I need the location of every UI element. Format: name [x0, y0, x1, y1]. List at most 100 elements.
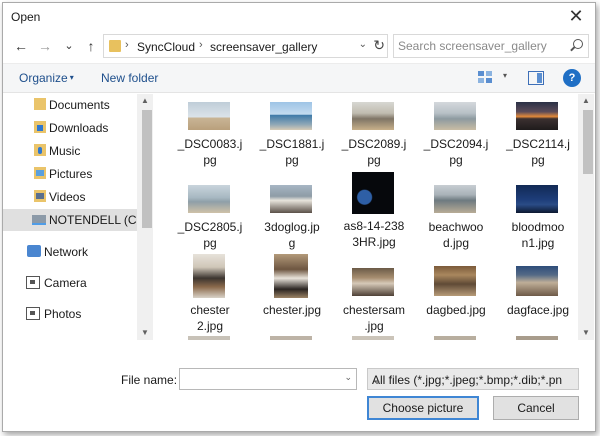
file-name: chestersam .jpg — [342, 303, 406, 333]
sidebar-item-downloads[interactable]: Downloads — [3, 117, 137, 139]
open-dialog: Open ✕ ← → ⌄ ↑ › SyncCloud › screensaver… — [2, 2, 596, 432]
sidebar-item-label: Pictures — [49, 167, 93, 181]
file-item[interactable]: dagface.jpg — [498, 266, 576, 340]
address-bar[interactable]: › SyncCloud › screensaver_gallery ⌄ ↻ — [103, 34, 388, 58]
sidebar-item-label: Videos — [49, 190, 86, 204]
image-thumbnail — [188, 185, 230, 213]
file-item[interactable]: _DSC2089.j pg — [334, 100, 412, 176]
refresh-icon[interactable]: ↻ — [373, 37, 385, 54]
sidebar-item-network[interactable]: Network — [3, 241, 137, 263]
file-item[interactable]: dagbed.jpg — [416, 266, 494, 340]
scroll-up-arrow[interactable]: ▲ — [578, 94, 594, 108]
file-item[interactable]: _DSC2094.j pg — [416, 100, 494, 176]
image-thumbnail — [270, 102, 312, 130]
sidebar-item-camera[interactable]: Camera — [3, 272, 137, 294]
file-item[interactable] — [334, 336, 412, 340]
file-item[interactable]: bloodmoo n1.jpg — [498, 183, 576, 259]
scroll-down-arrow[interactable]: ▼ — [578, 326, 594, 340]
sidebar-item-videos[interactable]: Videos — [3, 186, 137, 208]
scroll-down-arrow[interactable]: ▼ — [137, 326, 153, 340]
scrollbar-thumb[interactable] — [582, 110, 593, 174]
image-thumbnail — [352, 102, 394, 130]
file-name: _DSC0083.j pg — [177, 137, 243, 167]
recent-locations-button[interactable]: ⌄ — [59, 35, 79, 57]
file-item[interactable] — [170, 336, 248, 340]
file-list: _DSC0083.j pg _DSC1881.j pg _DSC2089.j pg _… — [154, 94, 578, 340]
chevron-down-icon[interactable]: ⌄ — [359, 39, 367, 50]
image-thumbnail — [352, 172, 394, 214]
file-name-input[interactable] — [183, 371, 333, 387]
sidebar-item-label: Network — [44, 245, 89, 259]
file-name: _DSC1881.j pg — [259, 137, 325, 167]
help-icon[interactable]: ? — [563, 69, 581, 87]
camera-folder-icon — [26, 276, 40, 289]
sidebar-item-music[interactable]: Music — [3, 140, 137, 162]
breadcrumb-separator: › — [199, 39, 203, 51]
file-item[interactable]: as8-14-238 3HR.jpg — [334, 172, 412, 249]
file-item[interactable]: _DSC2805.j pg — [170, 183, 248, 259]
pictures-icon — [34, 167, 46, 179]
file-item[interactable]: chester.jpg — [252, 254, 330, 330]
breadcrumb-screensaver-gallery[interactable]: screensaver_gallery — [210, 40, 317, 54]
breadcrumb-synccloud[interactable]: SyncCloud — [137, 40, 195, 54]
file-item[interactable]: _DSC2114.j pg — [498, 100, 576, 176]
sidebar-item-label: Camera — [44, 276, 87, 290]
preview-pane-icon[interactable] — [528, 71, 544, 85]
sidebar-item-label: Photos — [44, 307, 82, 321]
image-thumbnail — [188, 336, 230, 340]
image-thumbnail — [516, 336, 558, 340]
file-item[interactable]: chester 2.jpg — [170, 254, 248, 333]
view-options-dropdown[interactable]: ▾ — [503, 71, 507, 80]
file-name: beachwoo d.jpg — [428, 220, 484, 250]
navigation-row: ← → ⌄ ↑ › SyncCloud › screensaver_galler… — [3, 33, 595, 61]
choose-picture-button[interactable]: Choose picture — [367, 396, 479, 420]
file-item[interactable]: _DSC0083.j pg — [170, 100, 248, 176]
navigation-pane-scrollbar[interactable]: ▲ ▼ — [137, 94, 153, 340]
image-thumbnail — [352, 336, 394, 340]
file-item[interactable]: 3doglog.jp g — [252, 183, 330, 259]
folder-icon — [109, 40, 121, 52]
file-item[interactable] — [252, 336, 330, 340]
up-button[interactable]: ↑ — [81, 35, 101, 57]
file-name: chester 2.jpg — [190, 303, 230, 333]
organize-label: Organize — [19, 71, 68, 85]
file-item[interactable] — [498, 336, 576, 340]
image-thumbnail — [270, 185, 312, 213]
forward-button[interactable]: → — [35, 35, 55, 57]
back-button[interactable]: ← — [11, 35, 31, 57]
image-thumbnail — [434, 336, 476, 340]
file-name-combo[interactable]: ⌄ — [179, 368, 357, 390]
file-name: _DSC2114.j pg — [506, 137, 570, 167]
sidebar-item-label: NOTENDELL (C:) — [49, 213, 144, 227]
sidebar-item-photos[interactable]: Photos — [3, 303, 137, 325]
file-type-select[interactable]: All files (*.jpg;*.jpeg;*.bmp;*.dib;*.pn… — [367, 368, 579, 390]
cancel-button[interactable]: Cancel — [493, 396, 579, 420]
search-icon[interactable] — [573, 39, 583, 49]
file-item[interactable]: chestersam .jpg — [334, 266, 412, 340]
file-name: _DSC2094.j pg — [423, 137, 489, 167]
search-input[interactable] — [398, 38, 568, 54]
new-folder-button[interactable]: New folder — [101, 71, 158, 85]
change-view-icon[interactable] — [478, 71, 494, 84]
file-name: 3doglog.jp g — [264, 220, 320, 250]
scroll-up-arrow[interactable]: ▲ — [137, 94, 153, 108]
file-item[interactable] — [416, 336, 494, 340]
chevron-down-icon: ▾ — [69, 73, 74, 82]
file-name-label: File name: — [121, 373, 178, 387]
search-box[interactable] — [393, 34, 589, 58]
file-item[interactable]: beachwoo d.jpg — [416, 183, 494, 259]
image-thumbnail — [434, 185, 476, 213]
sidebar-item-label: Documents — [49, 98, 110, 112]
chevron-down-icon[interactable]: ⌄ — [344, 372, 352, 383]
command-bar: Organize ▾ New folder ▾ ? — [3, 63, 595, 93]
sidebar-item-documents[interactable]: Documents — [3, 94, 137, 116]
title-bar: Open ✕ — [3, 3, 595, 31]
close-icon[interactable]: ✕ — [563, 4, 589, 28]
scrollbar-thumb[interactable] — [141, 110, 152, 228]
file-item[interactable]: _DSC1881.j pg — [252, 100, 330, 176]
organize-menu[interactable]: Organize ▾ — [19, 71, 74, 85]
file-list-scrollbar[interactable]: ▲ ▼ — [578, 94, 594, 340]
sidebar-item-pictures[interactable]: Pictures — [3, 163, 137, 185]
sidebar-item-notendell-c[interactable]: NOTENDELL (C:) — [3, 209, 144, 231]
breadcrumb-separator: › — [125, 39, 129, 51]
